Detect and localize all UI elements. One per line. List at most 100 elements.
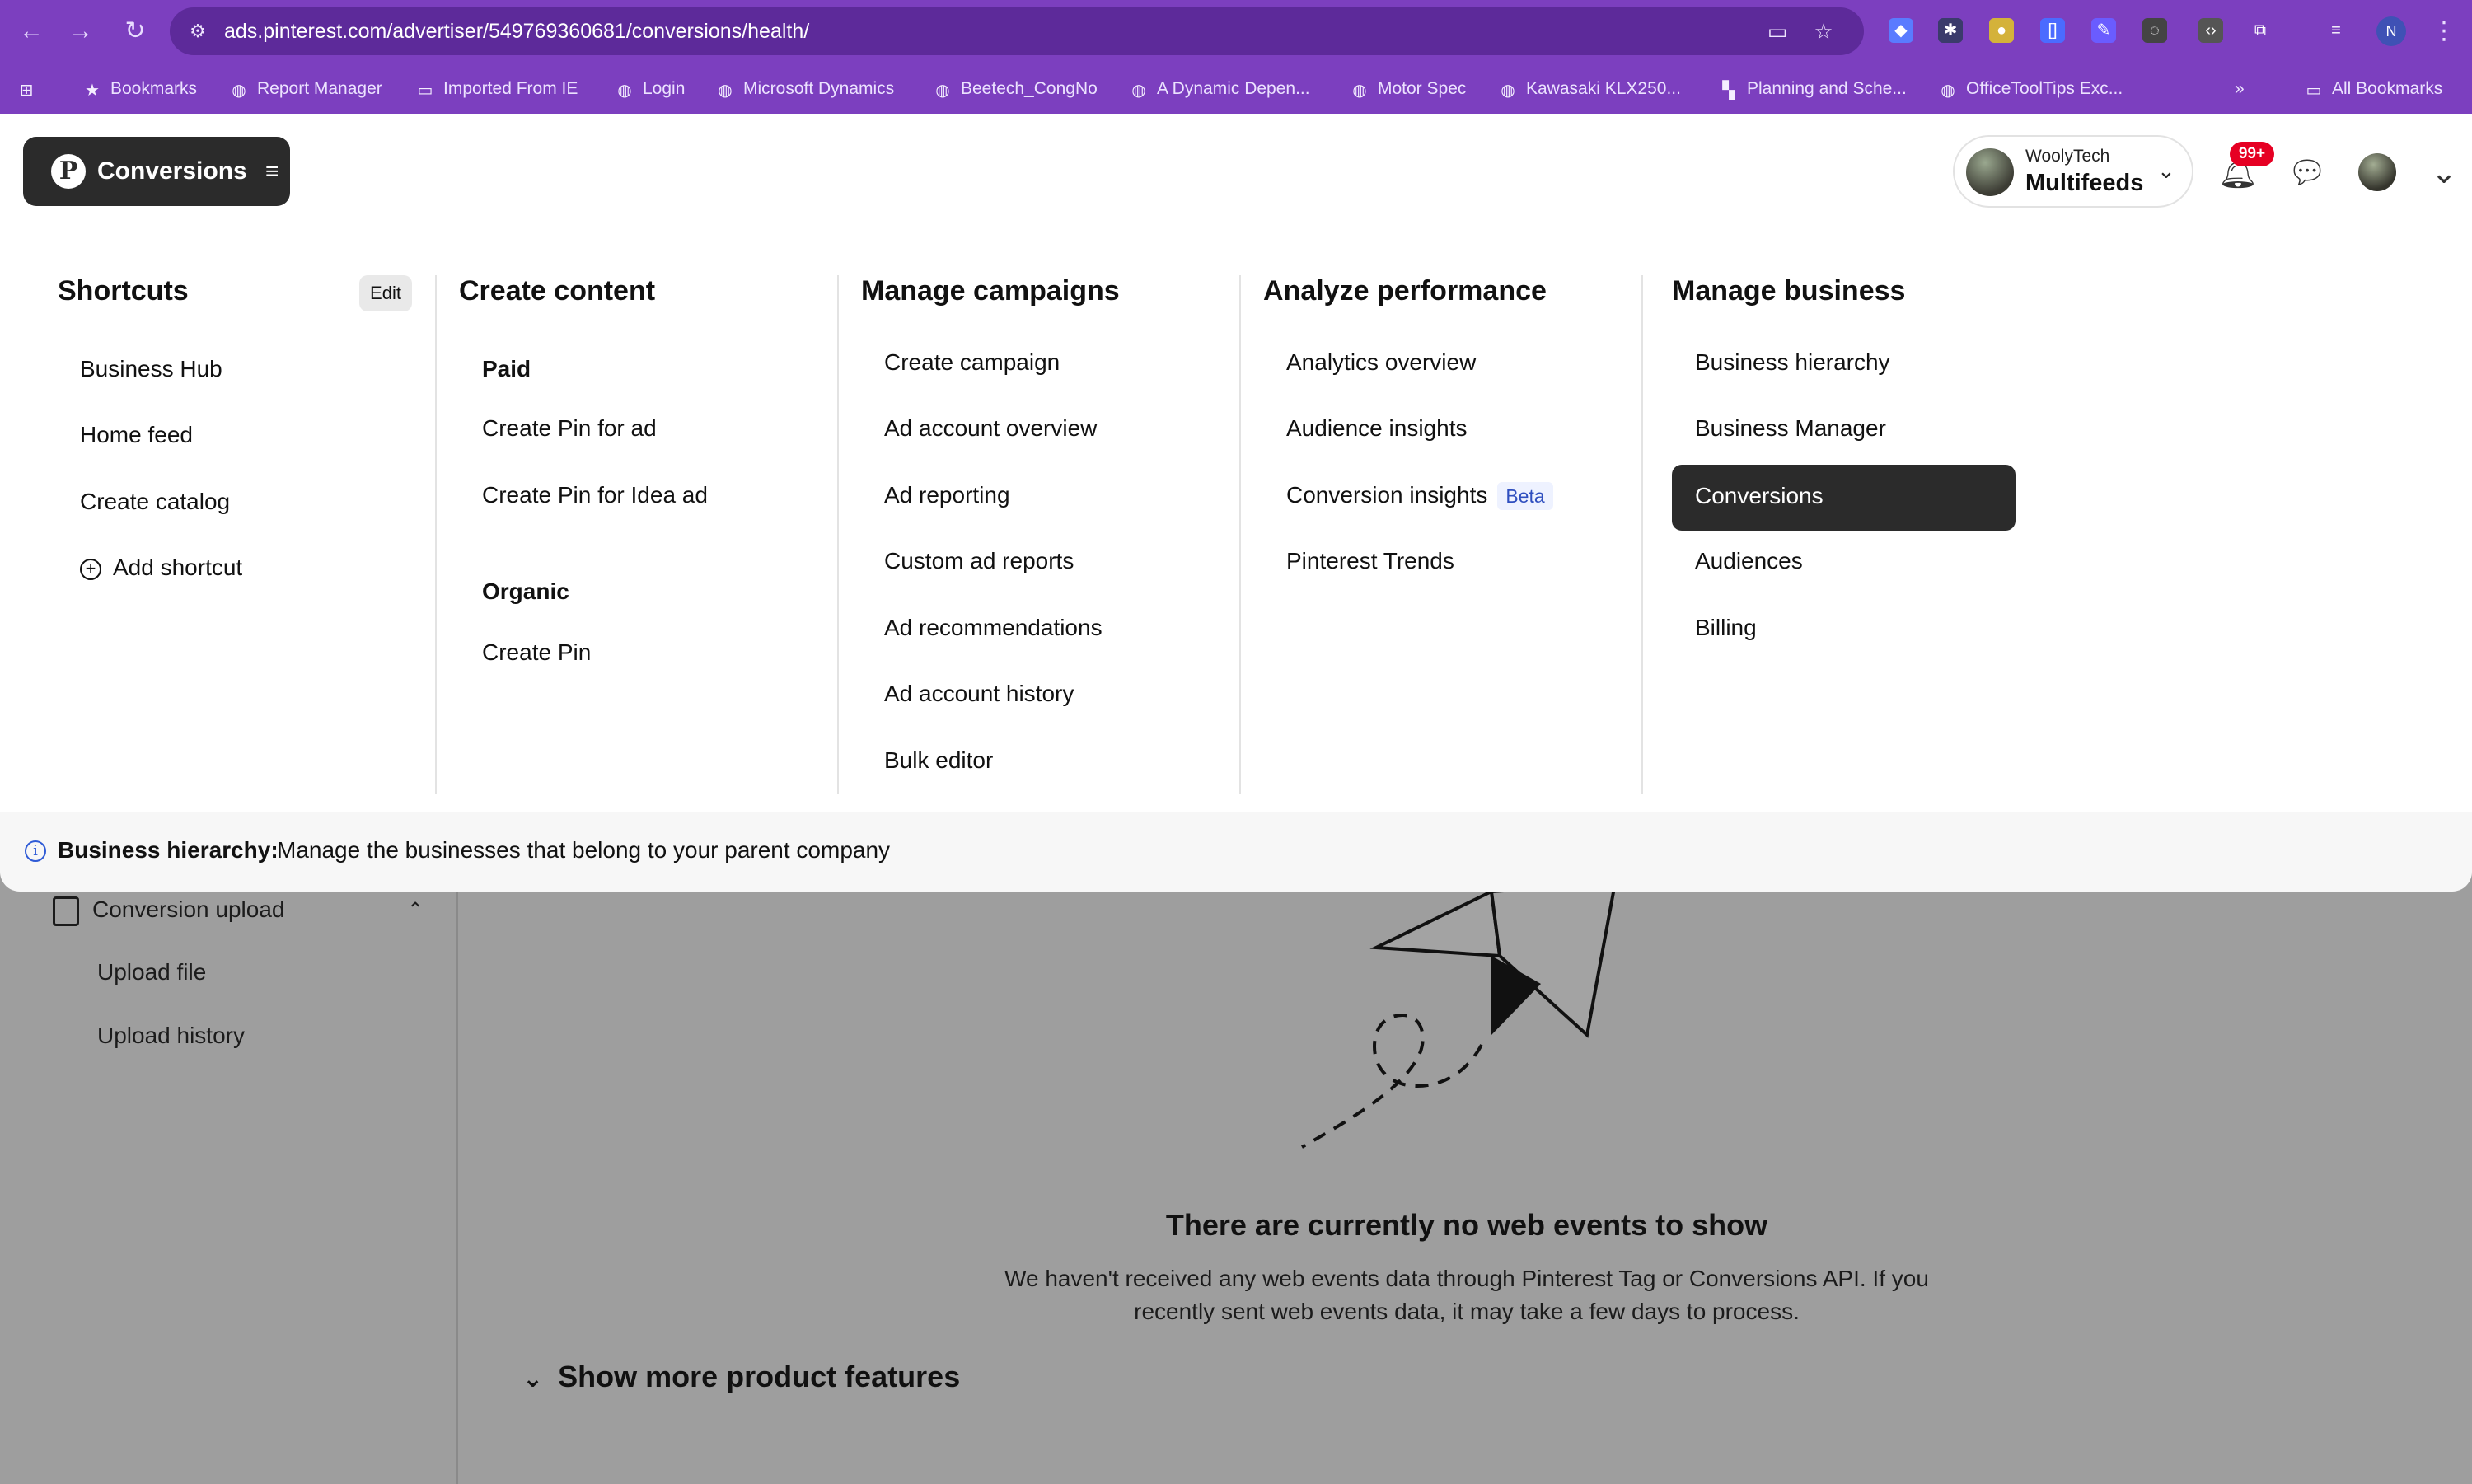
product-menu-label: Conversions [97, 157, 247, 185]
extension-icon[interactable]: ✱ [1938, 18, 1963, 43]
shortcut-home-feed[interactable]: Home feed [80, 420, 193, 450]
menu-audience-insights[interactable]: Audience insights [1286, 414, 1467, 443]
menu-create-pin[interactable]: Create Pin [482, 638, 591, 667]
column-divider [1239, 275, 1241, 794]
organic-label: Organic [482, 578, 569, 604]
extension-icon[interactable]: ✎ [2091, 18, 2116, 43]
bookmark-folder[interactable]: ▭ Imported From IE [415, 76, 578, 102]
hint-label: Business hierarchy: [58, 837, 279, 863]
bookmark-item[interactable]: ◍ OfficeToolTips Exc... [1938, 76, 2123, 102]
show-more-features-toggle[interactable]: ⌄ Show more product features [522, 1360, 960, 1394]
menu-audiences[interactable]: Audiences [1695, 546, 1803, 576]
beta-badge: Beta [1497, 482, 1553, 510]
bookmark-star-icon[interactable]: ☆ [1811, 19, 1836, 44]
menu-ad-account-overview[interactable]: Ad account overview [884, 414, 1097, 443]
bookmarks-overflow-icon[interactable]: » [2235, 76, 2245, 102]
browser-menu-icon[interactable]: ⋮ [2428, 15, 2460, 48]
column-divider [837, 275, 839, 794]
forward-icon[interactable]: → [64, 15, 97, 48]
menu-conversions-active[interactable]: Conversions [1672, 465, 2016, 531]
add-shortcut-button[interactable]: + Add shortcut [80, 553, 242, 583]
globe-icon: ◍ [1352, 82, 1367, 100]
extension-icon[interactable]: ◌ [2142, 18, 2167, 43]
edit-shortcuts-button[interactable]: Edit [359, 275, 412, 311]
site-settings-icon[interactable]: ⚙ [186, 20, 209, 43]
bookmark-item[interactable]: ◍ Kawasaki KLX250... [1498, 76, 1681, 102]
bookmark-item[interactable]: ◍ Motor Spec [1350, 76, 1466, 102]
empty-state-body: We haven't received any web events data … [1004, 1266, 1929, 1324]
menu-bulk-editor[interactable]: Bulk editor [884, 746, 993, 775]
bookmark-item[interactable]: ◍ A Dynamic Depen... [1129, 76, 1309, 102]
globe-icon: ◍ [1131, 82, 1146, 100]
bookmarks-bar: ⊞ ★ Bookmarks ◍ Report Manager ▭ Imported F… [0, 69, 2472, 109]
sidebar-upload-history[interactable]: Upload history [97, 1023, 245, 1049]
menu-pinterest-trends[interactable]: Pinterest Trends [1286, 546, 1454, 576]
extension-icon[interactable]: ‹› [2198, 18, 2223, 43]
shortcuts-title: Shortcuts [58, 275, 189, 307]
globe-icon: ◍ [1941, 82, 1955, 100]
shortcut-business-hub[interactable]: Business Hub [80, 354, 222, 384]
sidebar-upload-file[interactable]: Upload file [97, 959, 206, 985]
menu-create-pin-for-idea-ad[interactable]: Create Pin for Idea ad [482, 480, 708, 510]
menu-business-manager[interactable]: Business Manager [1695, 414, 1886, 443]
upload-icon [53, 896, 79, 926]
navigation-mega-menu: Shortcuts Edit Business Hub Home feed Cr… [0, 229, 2472, 812]
address-bar[interactable]: ⚙ ads.pinterest.com/advertiser/549769360… [170, 7, 1864, 55]
menu-create-pin-for-ad[interactable]: Create Pin for ad [482, 414, 657, 443]
menu-ad-reporting[interactable]: Ad reporting [884, 480, 1010, 510]
chevron-up-icon[interactable]: ⌃ [407, 898, 424, 922]
menu-billing[interactable]: Billing [1695, 613, 1757, 643]
profile-avatar[interactable]: N [2376, 16, 2406, 46]
url-text[interactable]: ads.pinterest.com/advertiser/54976936068… [224, 19, 809, 44]
install-app-icon[interactable]: ▭ [1765, 19, 1790, 44]
account-avatar [1966, 148, 2014, 196]
info-icon: i [25, 840, 46, 862]
manage-campaigns-title: Manage campaigns [861, 275, 1120, 307]
star-icon: ★ [85, 82, 100, 100]
extension-icon[interactable]: ◆ [1889, 18, 1913, 43]
paid-label: Paid [482, 356, 531, 382]
planning-icon: ▚ [1722, 82, 1735, 100]
reload-icon[interactable]: ↻ [119, 15, 152, 48]
extension-icon[interactable]: [] [2040, 18, 2065, 43]
left-sidebar [0, 892, 458, 1484]
messages-icon[interactable]: 💬︎ [2287, 153, 2327, 193]
chevron-down-icon: ⌄ [522, 1365, 544, 1393]
menu-analytics-overview[interactable]: Analytics overview [1286, 348, 1476, 377]
column-divider [435, 275, 437, 794]
create-content-title: Create content [459, 275, 656, 307]
sidebar-conversion-upload[interactable]: Conversion upload [92, 896, 285, 923]
reading-list-icon[interactable]: ≡ [2324, 18, 2348, 43]
extensions-puzzle-icon[interactable]: ⧉ [2248, 18, 2273, 43]
bookmark-item[interactable]: ◍ Login [615, 76, 685, 102]
product-menu-button[interactable]: P Conversions ≡ [23, 137, 290, 206]
menu-hint-bar: i Business hierarchy: Manage the busines… [0, 812, 2472, 892]
user-avatar[interactable] [2358, 153, 2396, 191]
bookmark-item[interactable]: ◍ Report Manager [229, 76, 382, 102]
all-bookmarks[interactable]: ▭ All Bookmarks [2304, 76, 2443, 102]
menu-ad-account-history[interactable]: Ad account history [884, 679, 1074, 709]
browser-chrome: ← → ↻ ⚙ ads.pinterest.com/advertiser/549… [0, 0, 2472, 114]
menu-create-campaign[interactable]: Create campaign [884, 348, 1060, 377]
bookmark-item[interactable]: ▚ Planning and Sche... [1719, 76, 1907, 102]
menu-custom-ad-reports[interactable]: Custom ad reports [884, 546, 1074, 576]
folder-icon: ▭ [2306, 82, 2322, 100]
account-switcher[interactable]: WoolyTech Multifeeds ⌄ [1953, 135, 2193, 208]
back-icon[interactable]: ← [15, 15, 48, 48]
menu-ad-recommendations[interactable]: Ad recommendations [884, 613, 1103, 643]
menu-conversion-insights[interactable]: Conversion insights Beta [1286, 480, 1553, 510]
chevron-down-icon[interactable]: ⌄ [2424, 153, 2464, 193]
bookmark-item[interactable]: ◍ Beetech_CongNo [933, 76, 1098, 102]
bookmark-item[interactable]: ★ Bookmarks [82, 76, 197, 102]
hamburger-icon: ≡ [265, 158, 279, 184]
bookmark-item[interactable]: ◍ Microsoft Dynamics [715, 76, 894, 102]
chevron-down-icon: ⌄ [2157, 158, 2175, 183]
globe-icon: ◍ [232, 82, 246, 100]
shortcut-create-catalog[interactable]: Create catalog [80, 487, 230, 517]
column-divider [1641, 275, 1643, 794]
hint-text: Manage the businesses that belong to you… [277, 837, 891, 863]
empty-state-title: There are currently no web events to sho… [1165, 1208, 1768, 1242]
menu-business-hierarchy[interactable]: Business hierarchy [1695, 348, 1890, 377]
extension-icon[interactable]: ● [1989, 18, 2014, 43]
apps-grid-icon[interactable]: ⊞ [16, 76, 44, 102]
